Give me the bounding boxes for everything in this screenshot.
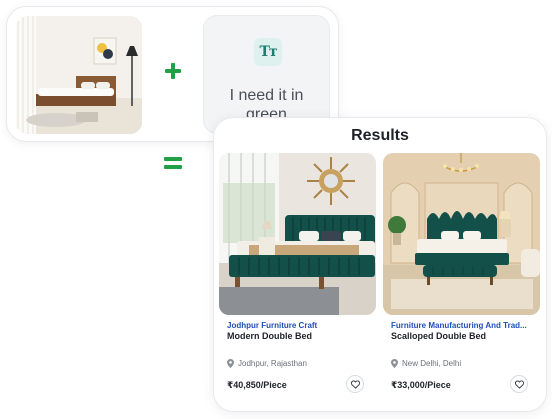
product-card[interactable]: Furniture Manufacturing And Trad... Scal… [383,153,540,407]
location-pin-icon [391,359,398,368]
supplier-name[interactable]: Jodhpur Furniture Craft [227,321,375,330]
product-location: New Delhi, Delhi [391,359,461,368]
product-price: ₹40,850/Piece [227,380,287,390]
favorite-button[interactable] [510,375,528,393]
product-price: ₹33,000/Piece [391,380,451,390]
heart-icon [514,379,524,389]
product-name[interactable]: Scalloped Double Bed [391,331,539,341]
plus-icon [165,63,181,79]
equals-icon [164,157,182,169]
product-location: Jodhpur, Rajasthan [227,359,307,368]
results-title: Results [351,127,409,144]
heart-icon [350,379,360,389]
product-name[interactable]: Modern Double Bed [227,331,375,341]
results-card: Results Jodhpur Furniture Craft Modern D… [213,117,547,412]
favorite-button[interactable] [346,375,364,393]
query-bedroom-image[interactable] [16,16,142,134]
product-card[interactable]: Jodhpur Furniture Craft Modern Double Be… [219,153,376,407]
product-image-scalloped-bed[interactable] [383,153,540,315]
location-pin-icon [227,359,234,368]
location-text: New Delhi, Delhi [402,359,462,368]
supplier-name[interactable]: Furniture Manufacturing And Trad... [391,321,539,330]
product-image-modern-bed[interactable] [219,153,376,315]
location-text: Jodhpur, Rajasthan [238,359,307,368]
text-type-icon: Tт [254,38,282,66]
